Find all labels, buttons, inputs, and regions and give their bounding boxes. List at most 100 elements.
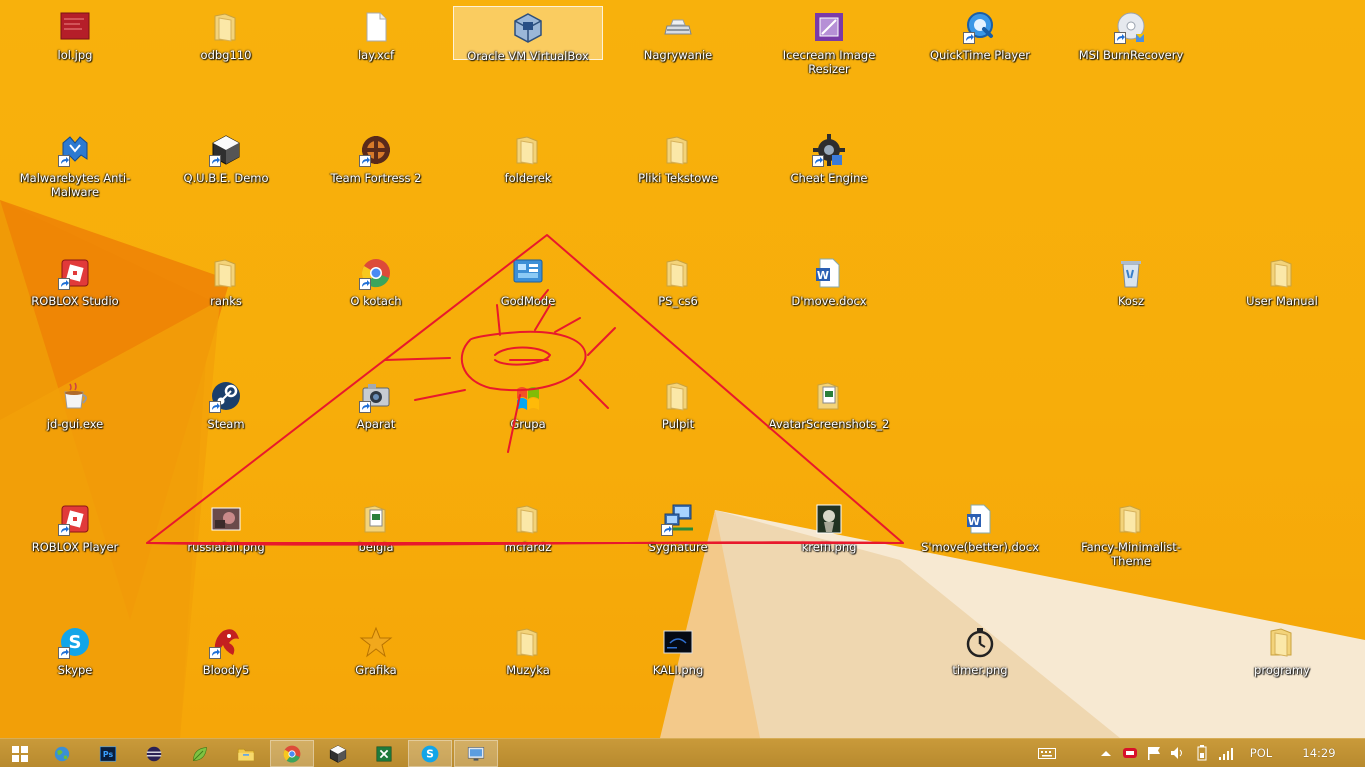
desktop-icon-msi-burnrecovery[interactable]: MSI BurnRecovery bbox=[1061, 6, 1201, 102]
tray-app-button[interactable] bbox=[1120, 743, 1140, 763]
taskbar-remote-desktop-button[interactable] bbox=[454, 740, 498, 767]
desktop-icon-russiafail-png[interactable]: russiafail.png bbox=[156, 498, 296, 594]
show-hidden-icons-button[interactable] bbox=[1098, 743, 1114, 763]
taskbar-world-app-button[interactable] bbox=[40, 740, 84, 767]
taskbar-leaf-app-button[interactable] bbox=[178, 740, 222, 767]
folder-icon bbox=[661, 133, 695, 167]
taskbar-eclipse-button[interactable] bbox=[132, 740, 176, 767]
desktop-icon-cheat-engine[interactable]: Cheat Engine bbox=[759, 129, 899, 225]
signal-bars-icon bbox=[1219, 748, 1233, 760]
desktop-icon-avatarscreenshots-2[interactable]: AvatarScreenshots_2 bbox=[759, 375, 899, 471]
photo-green-icon bbox=[812, 502, 846, 536]
desktop-icon-oracle-vm-virtualbox[interactable]: Oracle VM VirtualBox bbox=[453, 6, 603, 63]
taskbar-photoshop-button[interactable]: Ps bbox=[86, 740, 130, 767]
shortcut-arrow-icon bbox=[58, 278, 70, 290]
photo-dark-icon bbox=[209, 502, 243, 536]
desktop-icon-roblox-player[interactable]: ROBLOX Player bbox=[5, 498, 145, 594]
svg-text:Ps: Ps bbox=[103, 750, 114, 759]
desktop-icon-steam[interactable]: Steam bbox=[156, 375, 296, 471]
desktop[interactable]: lol.jpg odbg110 lay.xcf Oracle VM VirtualBo… bbox=[0, 0, 1365, 738]
input-language[interactable]: POL bbox=[1244, 743, 1278, 763]
desktop-icon-o-kotach[interactable]: O kotach bbox=[306, 252, 446, 348]
shortcut-arrow-icon bbox=[209, 647, 221, 659]
taskbar: Ps S POL 14:29 bbox=[0, 738, 1365, 767]
desktop-icon-godmode[interactable]: GodMode bbox=[458, 252, 598, 348]
desktop-icon-pliki-tekstowe[interactable]: Pliki Tekstowe bbox=[608, 129, 748, 225]
desktop-icon-kosz[interactable]: Kosz bbox=[1061, 252, 1201, 348]
desktop-icon-programy[interactable]: programy bbox=[1212, 621, 1352, 717]
power-button[interactable] bbox=[1192, 743, 1212, 763]
folder-icon bbox=[511, 502, 545, 536]
desktop-icon-s-move-better-docx[interactable]: W S'move(better).docx bbox=[910, 498, 1050, 594]
folder-icon bbox=[209, 256, 243, 290]
skype-icon: S bbox=[58, 625, 92, 659]
desktop-icon-quicktime-player[interactable]: QuickTime Player bbox=[910, 6, 1050, 102]
svg-text:S: S bbox=[426, 747, 434, 760]
folder-icon bbox=[511, 133, 545, 167]
controlpanel-icon bbox=[511, 256, 545, 290]
desktop-icon-ps-cs6[interactable]: PS_cs6 bbox=[608, 252, 748, 348]
desktop-icon-jd-gui-exe[interactable]: jd-gui.exe bbox=[5, 375, 145, 471]
folder-icon bbox=[661, 256, 695, 290]
taskbar-minecraft-button[interactable] bbox=[316, 740, 360, 767]
svg-text:W: W bbox=[817, 269, 829, 282]
desktop-icon-skype[interactable]: S Skype bbox=[5, 621, 145, 717]
desktop-icon-label: AvatarScreenshots_2 bbox=[768, 417, 890, 431]
quicktime-icon bbox=[963, 10, 997, 44]
volume-button[interactable] bbox=[1168, 743, 1188, 763]
folder-icon bbox=[661, 379, 695, 413]
malwarebytes-icon bbox=[58, 133, 92, 167]
desktop-icon-belgia[interactable]: belgia bbox=[306, 498, 446, 594]
shortcut-arrow-icon bbox=[661, 524, 673, 536]
desktop-icon-label: folderek bbox=[504, 171, 552, 185]
taskbar-excel-app-button[interactable] bbox=[362, 740, 406, 767]
desktop-icon-label: S'move(better).docx bbox=[921, 540, 1039, 554]
shortcut-arrow-icon bbox=[359, 278, 371, 290]
desktop-icon-team-fortress-2[interactable]: Team Fortress 2 bbox=[306, 129, 446, 225]
desktop-icon-bloody5[interactable]: Bloody5 bbox=[156, 621, 296, 717]
network-button[interactable] bbox=[1216, 743, 1236, 763]
desktop-icon-d-move-docx[interactable]: W D'move.docx bbox=[759, 252, 899, 348]
desktop-icon-kali-png[interactable]: KALI.png bbox=[608, 621, 748, 717]
desktop-icon-folderek[interactable]: folderek bbox=[458, 129, 598, 225]
action-center-button[interactable] bbox=[1144, 743, 1164, 763]
roblox-icon bbox=[58, 502, 92, 536]
red-tray-app-icon bbox=[1123, 748, 1137, 758]
desktop-icon-q-u-b-e-demo[interactable]: Q.U.B.E. Demo bbox=[156, 129, 296, 225]
desktop-icon-user-manual[interactable]: User Manual bbox=[1212, 252, 1352, 348]
desktop-icon-pulpit[interactable]: Pulpit bbox=[608, 375, 748, 471]
desktop-icon-grupa[interactable]: Grupa bbox=[458, 375, 598, 471]
desktop-icon-label: belgia bbox=[358, 540, 394, 554]
desktop-icon-label: Grupa bbox=[510, 417, 546, 431]
desktop-icon-sygnature[interactable]: Sygnature bbox=[608, 498, 748, 594]
folder-docs-icon bbox=[812, 379, 846, 413]
desktop-icon-lay-xcf[interactable]: lay.xcf bbox=[306, 6, 446, 102]
folder-icon bbox=[1265, 256, 1299, 290]
taskbar-file-explorer-button[interactable] bbox=[224, 740, 268, 767]
taskbar-skype-button[interactable]: S bbox=[408, 740, 452, 767]
desktop-icon-label: Q.U.B.E. Demo bbox=[183, 171, 269, 185]
desktop-icon-mcfardz[interactable]: mcfardz bbox=[458, 498, 598, 594]
desktop-icon-nagrywanie[interactable]: Nagrywanie bbox=[608, 6, 748, 102]
taskbar-chrome-button[interactable] bbox=[270, 740, 314, 767]
desktop-icon-label: mcfardz bbox=[504, 540, 552, 554]
desktop-icon-aparat[interactable]: Aparat bbox=[306, 375, 446, 471]
clock[interactable]: 14:29 bbox=[1296, 743, 1342, 763]
windows-flag-icon bbox=[511, 379, 545, 413]
keyboard-button[interactable] bbox=[1036, 743, 1058, 763]
desktop-icon-fancy-minimalist-theme[interactable]: Fancy-Minimalist-Theme bbox=[1061, 498, 1201, 594]
desktop-icon-malwarebytes-anti-malware[interactable]: Malwarebytes Anti-Malware bbox=[5, 129, 145, 225]
desktop-icon-ranks[interactable]: ranks bbox=[156, 252, 296, 348]
globe-icon bbox=[52, 743, 72, 763]
desktop-icon-kreffi-png[interactable]: kreffi.png bbox=[759, 498, 899, 594]
desktop-icon-label: GodMode bbox=[500, 294, 556, 308]
desktop-icon-roblox-studio[interactable]: ROBLOX Studio bbox=[5, 252, 145, 348]
camera-icon bbox=[359, 379, 393, 413]
desktop-icon-timer-png[interactable]: timer.png bbox=[910, 621, 1050, 717]
desktop-icon-lol-jpg[interactable]: lol.jpg bbox=[5, 6, 145, 102]
desktop-icon-muzyka[interactable]: Muzyka bbox=[458, 621, 598, 717]
desktop-icon-odbg110[interactable]: odbg110 bbox=[156, 6, 296, 102]
desktop-icon-icecream-image-resizer[interactable]: Icecream Image Resizer bbox=[759, 6, 899, 102]
desktop-icon-grafika[interactable]: Grafika bbox=[306, 621, 446, 717]
start-button[interactable] bbox=[0, 740, 40, 767]
